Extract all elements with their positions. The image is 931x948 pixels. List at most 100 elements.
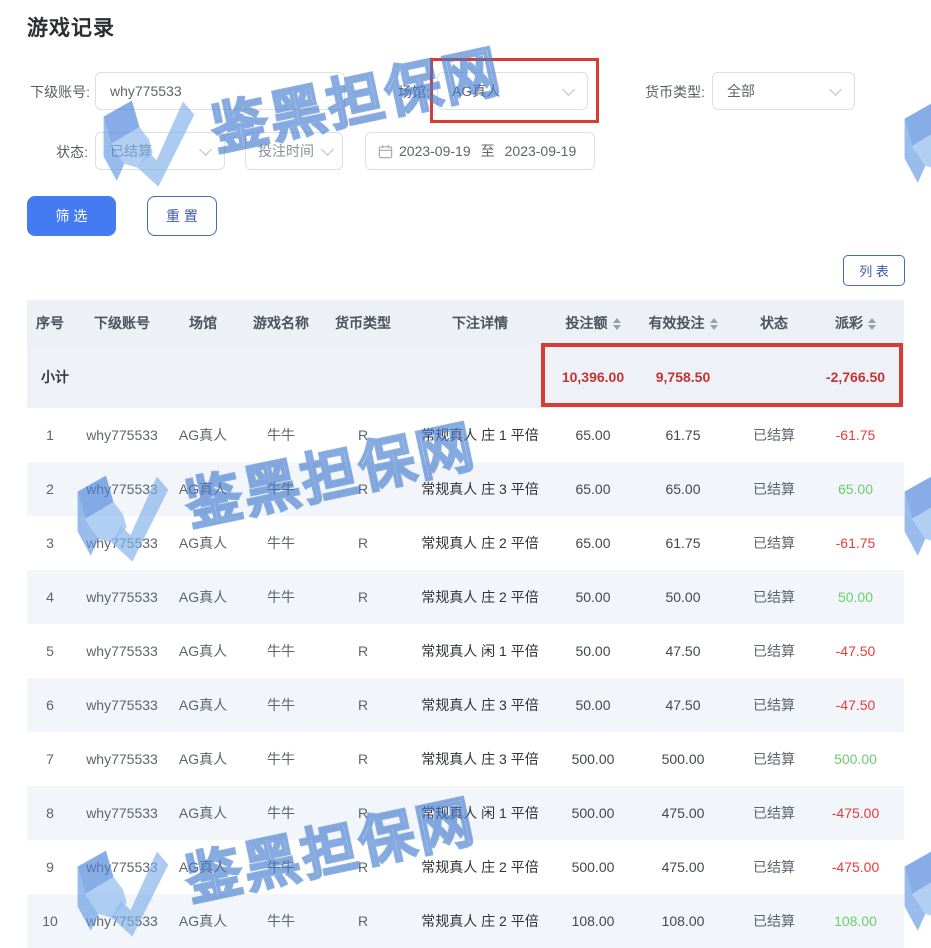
cell-valid: 47.50 bbox=[625, 678, 741, 732]
cell-detail: 常规真人 庄 2 平倍 bbox=[399, 840, 561, 894]
cell-venue: AG真人 bbox=[171, 408, 235, 462]
cell-bet: 500.00 bbox=[561, 786, 625, 840]
cell-payout: -475.00 bbox=[807, 786, 904, 840]
date-end: 2023-09-19 bbox=[505, 143, 577, 159]
cell-detail: 常规真人 庄 2 平倍 bbox=[399, 894, 561, 948]
cell-game: 牛牛 bbox=[235, 894, 327, 948]
chevron-down-icon bbox=[199, 143, 212, 156]
cell-status: 已结算 bbox=[741, 840, 807, 894]
cell-detail: 常规真人 闲 1 平倍 bbox=[399, 786, 561, 840]
cell-game: 牛牛 bbox=[235, 462, 327, 516]
sort-bet-control[interactable] bbox=[613, 318, 621, 330]
cell-bet: 65.00 bbox=[561, 408, 625, 462]
col-header-currency: 货币类型 bbox=[327, 300, 399, 346]
cell-payout: -47.50 bbox=[807, 678, 904, 732]
calendar-icon bbox=[378, 144, 393, 159]
cell-venue: AG真人 bbox=[171, 516, 235, 570]
sort-payout-control[interactable] bbox=[868, 318, 876, 330]
cell-venue: AG真人 bbox=[171, 462, 235, 516]
cell-game: 牛牛 bbox=[235, 786, 327, 840]
venue-select[interactable]: AG真人 bbox=[437, 72, 588, 110]
cell-venue: AG真人 bbox=[171, 840, 235, 894]
filter-button[interactable]: 筛 选 bbox=[27, 196, 116, 236]
cell-account: why775533 bbox=[73, 732, 171, 786]
col-header-label: 派彩 bbox=[835, 315, 863, 331]
cell-no: 7 bbox=[27, 732, 73, 786]
cell-status: 已结算 bbox=[741, 678, 807, 732]
col-header-label: 货币类型 bbox=[335, 315, 391, 331]
cell-detail: 常规真人 庄 3 平倍 bbox=[399, 462, 561, 516]
cell-status: 已结算 bbox=[741, 462, 807, 516]
date-range-picker[interactable]: 2023-09-19 至 2023-09-19 bbox=[365, 132, 595, 170]
cell-status: 已结算 bbox=[741, 570, 807, 624]
cell-status: 已结算 bbox=[741, 516, 807, 570]
cell-valid: 50.00 bbox=[625, 570, 741, 624]
time-type-value: 投注时间 bbox=[246, 141, 323, 161]
cell-valid: 65.00 bbox=[625, 462, 741, 516]
table-header-row: 序号下级账号场馆游戏名称货币类型下注详情投注额有效投注状态派彩 bbox=[27, 300, 904, 346]
cell-account: why775533 bbox=[73, 516, 171, 570]
cell-venue: AG真人 bbox=[171, 786, 235, 840]
table-row: 9why775533AG真人牛牛R常规真人 庄 2 平倍500.00475.00… bbox=[27, 840, 904, 894]
time-type-select[interactable]: 投注时间 bbox=[245, 132, 343, 170]
cell-payout: 108.00 bbox=[807, 894, 904, 948]
table-row: 5why775533AG真人牛牛R常规真人 闲 1 平倍50.0047.50已结… bbox=[27, 624, 904, 678]
cell-game: 牛牛 bbox=[235, 516, 327, 570]
currency-label: 货币类型: bbox=[641, 72, 705, 112]
subtotal-label: 小计 bbox=[27, 346, 561, 408]
cell-valid: 108.00 bbox=[625, 894, 741, 948]
status-select[interactable]: 已结算 bbox=[95, 132, 225, 170]
col-header-venue: 场馆 bbox=[171, 300, 235, 346]
currency-select-value: 全部 bbox=[713, 81, 831, 101]
cell-game: 牛牛 bbox=[235, 570, 327, 624]
cell-currency: R bbox=[327, 840, 399, 894]
cell-currency: R bbox=[327, 624, 399, 678]
list-view-button[interactable]: 列 表 bbox=[843, 255, 905, 286]
cell-payout: -47.50 bbox=[807, 624, 904, 678]
col-header-valid: 有效投注 bbox=[625, 300, 741, 346]
subtotal-payout: -2,766.50 bbox=[807, 346, 904, 408]
col-header-payout: 派彩 bbox=[807, 300, 904, 346]
cell-currency: R bbox=[327, 516, 399, 570]
status-label: 状态: bbox=[24, 132, 88, 172]
table-body: 小计10,396.009,758.50-2,766.501why775533AG… bbox=[27, 346, 904, 948]
cell-status: 已结算 bbox=[741, 732, 807, 786]
cell-bet: 50.00 bbox=[561, 678, 625, 732]
reset-button[interactable]: 重 置 bbox=[147, 196, 217, 236]
cell-status: 已结算 bbox=[741, 624, 807, 678]
cell-venue: AG真人 bbox=[171, 678, 235, 732]
records-table: 序号下级账号场馆游戏名称货币类型下注详情投注额有效投注状态派彩 小计10,396… bbox=[27, 300, 904, 948]
cell-bet: 65.00 bbox=[561, 462, 625, 516]
col-header-label: 投注额 bbox=[566, 315, 608, 331]
account-input-value: why775533 bbox=[96, 83, 344, 99]
col-header-status: 状态 bbox=[741, 300, 807, 346]
col-header-no: 序号 bbox=[27, 300, 73, 346]
cell-account: why775533 bbox=[73, 462, 171, 516]
table-row: 4why775533AG真人牛牛R常规真人 庄 2 平倍50.0050.00已结… bbox=[27, 570, 904, 624]
cell-currency: R bbox=[327, 570, 399, 624]
account-input[interactable]: why775533 bbox=[95, 72, 345, 110]
table-row: 1why775533AG真人牛牛R常规真人 庄 1 平倍65.0061.75已结… bbox=[27, 408, 904, 462]
cell-detail: 常规真人 庄 2 平倍 bbox=[399, 516, 561, 570]
col-header-game: 游戏名称 bbox=[235, 300, 327, 346]
cell-game: 牛牛 bbox=[235, 408, 327, 462]
sort-valid-control[interactable] bbox=[710, 318, 718, 330]
cell-venue: AG真人 bbox=[171, 570, 235, 624]
cell-payout: 500.00 bbox=[807, 732, 904, 786]
page-title: 游戏记录 bbox=[27, 12, 115, 42]
subtotal-valid: 9,758.50 bbox=[625, 346, 741, 408]
col-header-label: 状态 bbox=[760, 315, 788, 331]
cell-currency: R bbox=[327, 678, 399, 732]
cell-currency: R bbox=[327, 894, 399, 948]
subtotal-empty bbox=[741, 346, 807, 408]
cell-bet: 50.00 bbox=[561, 624, 625, 678]
cell-no: 2 bbox=[27, 462, 73, 516]
table-row: 6why775533AG真人牛牛R常规真人 庄 3 平倍50.0047.50已结… bbox=[27, 678, 904, 732]
table-row: 3why775533AG真人牛牛R常规真人 庄 2 平倍65.0061.75已结… bbox=[27, 516, 904, 570]
cell-no: 10 bbox=[27, 894, 73, 948]
cell-detail: 常规真人 庄 3 平倍 bbox=[399, 732, 561, 786]
cell-status: 已结算 bbox=[741, 786, 807, 840]
col-header-label: 下注详情 bbox=[452, 315, 508, 331]
cell-no: 9 bbox=[27, 840, 73, 894]
currency-select[interactable]: 全部 bbox=[712, 72, 855, 110]
